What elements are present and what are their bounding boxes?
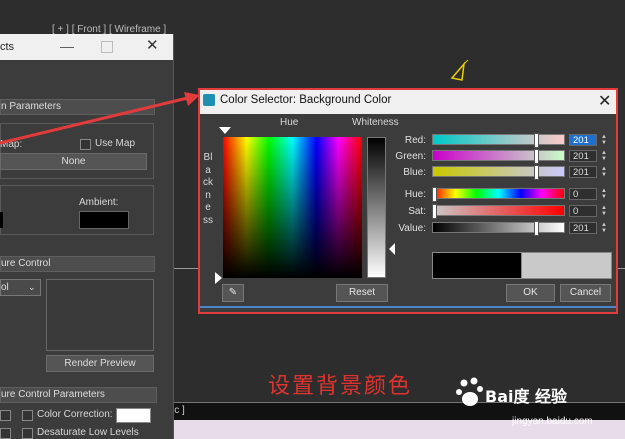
spinner-arrows-icon[interactable]: ▲ ▼ <box>600 166 608 178</box>
green-value[interactable]: 201 <box>569 150 597 162</box>
annotation-caption: 设置背景颜色 <box>268 374 413 399</box>
blackness-pointer-icon[interactable] <box>215 272 222 284</box>
spinner-arrows-icon[interactable]: ▲ ▼ <box>600 134 608 146</box>
watermark-url: jingyan.baidu.com <box>512 416 593 427</box>
reset-button[interactable]: Reset <box>336 284 388 302</box>
chevron-down-icon: ⌄ <box>28 282 36 292</box>
blue-value[interactable]: 201 <box>569 166 597 178</box>
hue-blackness-picker[interactable] <box>223 137 362 278</box>
blackness-label: Blackness <box>203 152 213 226</box>
watermark-brand: Bai度 经验 <box>485 387 568 406</box>
rollout-exposure-params[interactable]: ure Control Parameters <box>0 387 157 403</box>
dialog-bottom-line <box>200 306 616 308</box>
value-slider[interactable] <box>432 222 565 233</box>
hue-pointer-icon[interactable] <box>219 127 231 134</box>
close-icon[interactable]: ✕ <box>146 36 159 54</box>
color-correction-swatch[interactable] <box>116 408 151 423</box>
blue-slider[interactable] <box>432 166 565 177</box>
ambient-swatch[interactable] <box>79 211 129 229</box>
desaturate-checkbox[interactable] <box>22 428 33 439</box>
blue-label: Blue: <box>403 167 426 178</box>
green-label: Green: <box>395 151 426 162</box>
hue-header: Hue <box>280 117 299 128</box>
spinner-arrows-icon[interactable]: ▲ ▼ <box>600 150 608 162</box>
spinner-arrows-icon[interactable] <box>0 410 11 421</box>
ambient-label: Ambient: <box>79 197 119 208</box>
value-slider-thumb[interactable] <box>534 221 539 236</box>
camera-target-icon <box>450 60 469 81</box>
exposure-dropdown-value: ol <box>1 282 9 293</box>
red-label: Red: <box>404 135 426 146</box>
red-value[interactable]: 201 <box>569 134 597 146</box>
ok-button[interactable]: OK <box>506 284 555 302</box>
spinner-arrows-icon[interactable] <box>0 428 11 439</box>
hue-value[interactable]: 0 <box>569 188 597 200</box>
render-preview-button[interactable]: Render Preview <box>46 355 154 372</box>
cancel-button[interactable]: Cancel <box>560 284 611 302</box>
exposure-dropdown[interactable]: ol ⌄ <box>0 279 41 296</box>
maximize-icon[interactable] <box>101 41 113 53</box>
old-color-swatch <box>432 252 523 279</box>
green-slider-thumb[interactable] <box>534 149 539 164</box>
color-correction-label: Color Correction: <box>37 409 113 420</box>
new-color-swatch <box>521 252 612 279</box>
app-icon <box>203 94 215 106</box>
whiteness-pointer-icon[interactable] <box>389 243 395 255</box>
environment-title: cts <box>0 41 15 53</box>
whiteness-header: Whiteness <box>352 117 399 128</box>
spinner-arrows-icon[interactable]: ▲ ▼ <box>600 222 608 234</box>
red-slider-thumb[interactable] <box>534 133 539 148</box>
spinner-arrows-icon[interactable]: ▲ ▼ <box>600 188 608 200</box>
sat-slider-thumb[interactable] <box>432 204 437 219</box>
desaturate-label: Desaturate Low Levels <box>37 427 139 438</box>
global-lighting-group <box>0 185 154 235</box>
minimize-icon[interactable]: — <box>60 38 74 54</box>
color-correction-checkbox[interactable] <box>22 410 33 421</box>
value-value[interactable]: 201 <box>569 222 597 234</box>
sat-label: Sat: <box>408 206 426 217</box>
hue-label: Hue: <box>404 189 426 200</box>
annotation-arrow <box>0 92 200 145</box>
red-slider[interactable] <box>432 134 565 145</box>
close-icon[interactable]: ✕ <box>598 91 611 111</box>
hue-slider-thumb[interactable] <box>432 187 437 202</box>
spinner-arrows-icon[interactable]: ▲ ▼ <box>600 205 608 217</box>
dialog-title: Color Selector: Background Color <box>220 94 392 106</box>
hue-slider[interactable] <box>432 188 565 199</box>
rollout-exposure-control[interactable]: ure Control <box>0 256 155 272</box>
eyedropper-icon[interactable]: ✎ <box>222 284 244 302</box>
tint-swatch[interactable] <box>0 212 3 228</box>
blue-slider-thumb[interactable] <box>534 165 539 180</box>
sat-slider[interactable] <box>432 205 565 216</box>
sat-value[interactable]: 0 <box>569 205 597 217</box>
green-slider[interactable] <box>432 150 565 161</box>
baidu-paw-icon <box>456 377 483 406</box>
whiteness-slider[interactable] <box>367 137 386 278</box>
exposure-preview <box>46 279 154 351</box>
value-label: Value: <box>398 223 426 234</box>
